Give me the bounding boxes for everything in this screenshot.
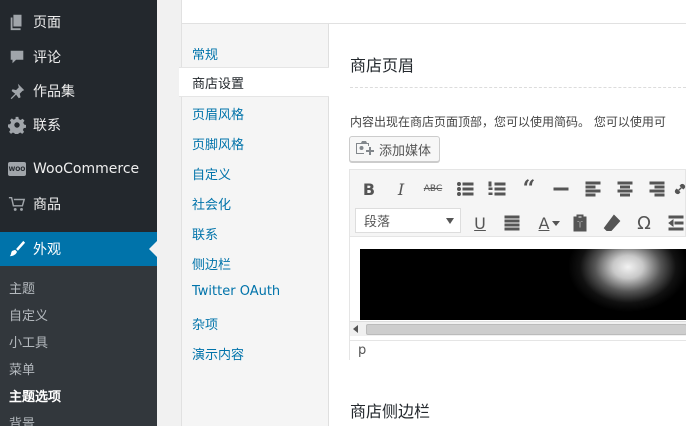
portfolio-pin-icon [7,81,27,101]
submenu-item-themes[interactable]: 主题 [9,278,35,297]
nav-tab-general[interactable]: 常规 [192,44,218,63]
menu-item-label: 评论 [33,50,61,66]
section-title-shop-sidebar: 商店侧边栏 [350,402,431,421]
menu-item-appearance[interactable]: 外观 [0,232,157,266]
submenu-item-menus[interactable]: 菜单 [9,359,35,378]
strikethrough-icon[interactable]: ABC [419,175,447,203]
menu-item-pages[interactable]: 页面 [0,5,157,39]
scrollbar-thumb[interactable] [366,324,686,335]
theme-options-nav: 常规 商店设置 页眉风格 页脚风格 自定义 社会化 联系 侧边栏 Twitter… [179,24,330,426]
menu-item-portfolio[interactable]: 作品集 [0,74,157,108]
menu-item-label: 联系 [33,118,61,134]
options-panel: 商店页眉 内容出现在商店页面顶部，您可以使用简码。 您可以使用可 添加媒体 B … [329,24,686,426]
field-description: 内容出现在商店页面顶部，您可以使用简码。 您可以使用可 [350,115,666,129]
menu-item-contact[interactable]: 联系 [0,108,157,142]
appearance-brush-icon [7,239,27,259]
align-center-icon[interactable] [611,175,639,203]
align-right-icon[interactable] [643,175,671,203]
special-character-icon[interactable]: Ω [630,209,658,237]
nav-tab-contact[interactable]: 联系 [192,224,218,243]
appearance-submenu: 主题 自定义 小工具 菜单 主题选项 背景 [0,266,157,426]
bold-icon[interactable]: B [355,175,383,203]
bullet-list-icon[interactable] [451,175,479,203]
rich-text-editor: B I ABC “ 段落 U A Ω p [349,169,686,361]
pages-icon [7,12,27,32]
menu-item-label: WooCommerce [33,161,140,177]
admin-sidebar: 页面 评论 作品集 联系 WOO WooCommerce 商品 外观 主题 自定… [0,0,157,426]
editor-toolbar-row-1: B I ABC “ [350,170,686,204]
menu-item-label: 页面 [33,15,61,31]
header-image[interactable] [360,249,686,320]
justify-icon[interactable] [498,209,526,237]
underline-icon[interactable]: U [466,209,494,237]
menu-item-label: 商品 [33,197,61,213]
add-media-icon [356,139,379,159]
scroll-left-arrow-icon[interactable] [353,325,358,333]
options-header-strip [181,0,686,24]
section-divider [350,87,686,88]
menu-item-label: 外观 [33,242,61,258]
text-color-chevron-icon[interactable] [550,209,562,237]
horizontal-scrollbar[interactable] [350,321,686,336]
woocommerce-icon: WOO [7,159,27,179]
menu-separator [0,142,157,152]
italic-icon[interactable]: I [387,175,415,203]
nav-tab-twitter-oauth[interactable]: Twitter OAuth [192,284,280,299]
nav-tab-header-style[interactable]: 页眉风格 [192,104,244,123]
menu-item-label: 作品集 [33,84,75,100]
link-icon[interactable] [673,175,686,203]
submenu-item-customize[interactable]: 自定义 [9,305,48,324]
nav-tab-footer-style[interactable]: 页脚风格 [192,134,244,153]
nav-tab-custom[interactable]: 自定义 [192,164,231,183]
submenu-item-theme-options[interactable]: 主题选项 [9,386,61,405]
outdent-icon[interactable] [666,209,686,237]
submenu-item-background[interactable]: 背景 [9,413,35,426]
nav-tab-sidebar[interactable]: 侧边栏 [192,254,231,273]
menu-item-woocommerce[interactable]: WOO WooCommerce [0,152,157,186]
paste-text-icon[interactable] [566,209,594,237]
submenu-item-widgets[interactable]: 小工具 [9,332,48,351]
comments-icon [7,47,27,67]
editor-toolbar-row-2: U A Ω [350,204,686,238]
add-media-label: 添加媒体 [379,143,432,159]
nav-tab-misc[interactable]: 杂项 [192,314,218,333]
cart-icon [7,194,27,214]
editor-content-area[interactable] [350,236,686,340]
editor-status-path: p [350,340,686,361]
menu-item-comments[interactable]: 评论 [0,40,157,74]
clear-formatting-icon[interactable] [598,209,626,237]
align-left-icon[interactable] [579,175,607,203]
section-title-shop-header: 商店页眉 [350,56,415,75]
menu-item-products[interactable]: 商品 [0,187,157,221]
nav-tab-demo-content[interactable]: 演示内容 [192,344,244,363]
horizontal-rule-icon[interactable] [547,175,575,203]
gear-icon [7,115,27,135]
add-media-button[interactable]: 添加媒体 [349,136,441,162]
numbered-list-icon[interactable] [483,175,511,203]
nav-tab-social[interactable]: 社会化 [192,194,231,213]
nav-tab-shop-settings[interactable]: 商店设置 [179,67,330,97]
blockquote-icon[interactable]: “ [515,175,543,203]
